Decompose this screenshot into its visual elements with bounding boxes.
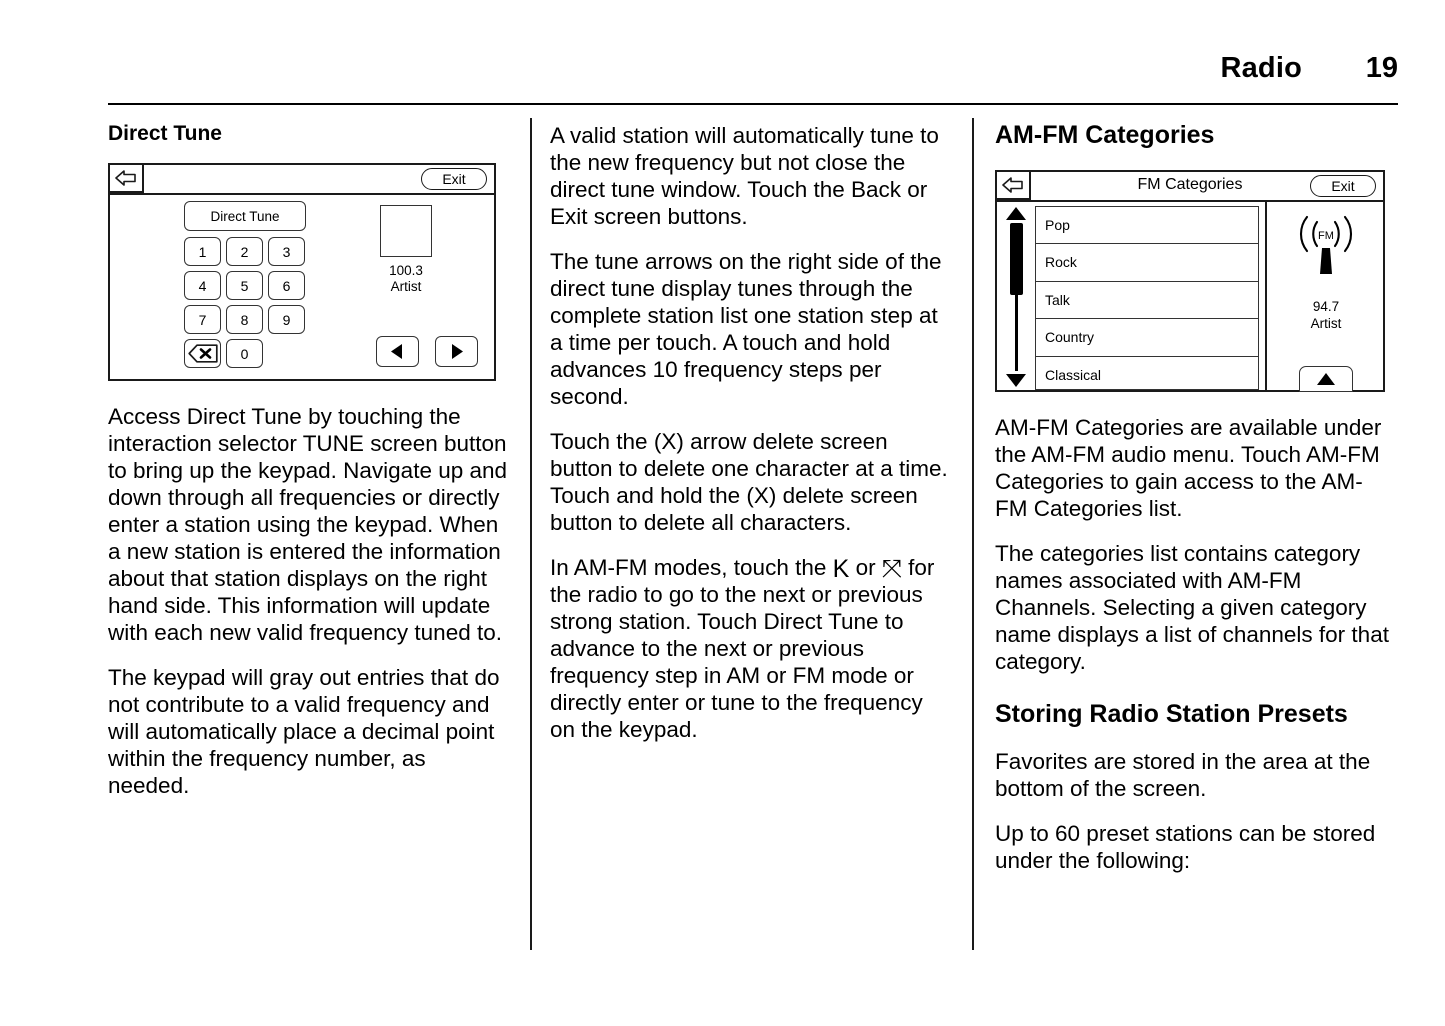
key-0[interactable]: 0 [226, 339, 263, 369]
list-item[interactable]: Country [1036, 319, 1258, 357]
figure-fm-categories-screen: FM Categories Exit Pop Rock Talk Country… [995, 169, 1385, 392]
header-divider-rule [108, 103, 1398, 105]
page-header: Radio 19 [108, 52, 1398, 105]
key-5[interactable]: 5 [226, 271, 263, 301]
list-item[interactable]: Talk [1036, 282, 1258, 319]
paragraph-categories-available: AM-FM Categories are available under the… [995, 414, 1382, 521]
scrollbar-thumb[interactable] [1009, 222, 1023, 295]
keypad: Direct Tune 1 2 3 4 5 6 7 8 9 0 [184, 201, 306, 373]
column-divider-1 [530, 118, 532, 950]
scroll-up-triangle-icon[interactable] [1005, 206, 1027, 221]
heading-direct-tune: Direct Tune [108, 122, 222, 145]
keypad-row-1: 1 2 3 [184, 237, 306, 267]
paragraph-valid-station: A valid station will automatically tune … [550, 123, 939, 229]
paragraph-keypad-grayout: The keypad will gray out entries that do… [108, 665, 500, 799]
screen-titlebar: Exit [110, 165, 494, 196]
list-item[interactable]: Rock [1036, 244, 1258, 282]
exit-button-label: Exit [442, 171, 466, 188]
tune-arrow-buttons [376, 336, 478, 368]
paragraph-tune-arrows: The tune arrows on the right side of the… [550, 249, 942, 409]
paragraph-favorites-stored: Favorites are stored in the area at the … [995, 749, 1371, 801]
column-3: AM-FM Categories FM Categories Exit Pop … [995, 121, 1395, 874]
key-9[interactable]: 9 [268, 305, 305, 335]
key-3[interactable]: 3 [268, 237, 305, 267]
keypad-row-4: 0 [184, 339, 306, 369]
exit-button[interactable]: Exit [421, 168, 487, 191]
key-8[interactable]: 8 [226, 305, 263, 335]
key-4[interactable]: 4 [184, 271, 221, 301]
paragraph-access-direct-tune: Access Direct Tune by touching the inter… [108, 404, 508, 646]
direct-tune-field[interactable]: Direct Tune [184, 201, 306, 232]
up-triangle-icon[interactable] [1299, 365, 1353, 392]
right-triangle-icon[interactable] [435, 336, 478, 368]
key-7[interactable]: 7 [184, 305, 221, 335]
now-playing-panel: FM 94.7 Artist [1269, 202, 1383, 392]
categories-vertical-divider [1265, 201, 1267, 390]
keypad-row-2: 4 5 6 [184, 271, 306, 301]
list-item[interactable]: Pop [1036, 207, 1258, 244]
album-art-placeholder [380, 205, 432, 258]
scroll-down-triangle-icon[interactable] [1005, 373, 1027, 388]
paragraph-am-fm-seek: In AM-FM modes, touch the K or ⤧ for the… [550, 555, 935, 742]
backspace-delete-icon[interactable] [184, 339, 221, 369]
figure-direct-tune-screen: Exit Direct Tune 1 2 3 4 5 6 7 8 9 0 100… [108, 163, 496, 382]
list-item[interactable]: Classical [1036, 357, 1258, 389]
station-artist: Artist [390, 279, 422, 295]
paragraph-delete-button: Touch the (X) arrow delete screen button… [550, 429, 948, 535]
column-2: A valid station will automatically tune … [550, 122, 952, 743]
station-info-panel: 100.3 Artist [336, 205, 476, 295]
screen-titlebar: FM Categories Exit [997, 171, 1383, 202]
keypad-row-3: 7 8 9 [184, 305, 306, 335]
seek-text-part3: for the radio to go to the next or previ… [550, 555, 935, 742]
back-arrow-icon[interactable] [110, 165, 144, 194]
paragraph-preset-count: Up to 60 preset stations can be stored u… [995, 821, 1376, 873]
exit-button[interactable]: Exit [1310, 174, 1376, 197]
key-1[interactable]: 1 [184, 237, 221, 267]
station-frequency: 100.3 [389, 263, 423, 279]
scrollbar-track[interactable] [1014, 294, 1018, 371]
fm-antenna-icon: FM [1269, 214, 1383, 276]
key-2[interactable]: 2 [226, 237, 263, 267]
page-number: 19 [1365, 52, 1398, 84]
svg-text:FM: FM [1318, 230, 1334, 242]
exit-button-label: Exit [1331, 177, 1355, 194]
station-frequency: 94.7 [1312, 298, 1340, 314]
heading-storing-radio-station-presets: Storing Radio Station Presets [995, 699, 1348, 728]
left-triangle-icon[interactable] [376, 336, 419, 368]
seek-text-part1: In AM-FM modes, touch the [550, 555, 833, 580]
seek-text-part2: or [849, 555, 882, 580]
categories-body: Pop Rock Talk Country Classical FM 94.7 … [997, 201, 1383, 392]
direct-tune-field-label: Direct Tune [210, 208, 280, 224]
column-divider-2 [972, 118, 974, 950]
scrollbar[interactable] [1005, 206, 1027, 388]
station-artist: Artist [1310, 315, 1342, 331]
categories-list: Pop Rock Talk Country Classical [1035, 205, 1259, 390]
key-6[interactable]: 6 [268, 271, 305, 301]
page-title: Radio [1220, 52, 1302, 84]
paragraph-categories-list: The categories list contains category na… [995, 540, 1389, 674]
heading-am-fm-categories: AM-FM Categories [995, 121, 1215, 149]
column-1: Direct Tune Exit Direct Tune 1 2 3 4 5 6… [108, 122, 508, 799]
